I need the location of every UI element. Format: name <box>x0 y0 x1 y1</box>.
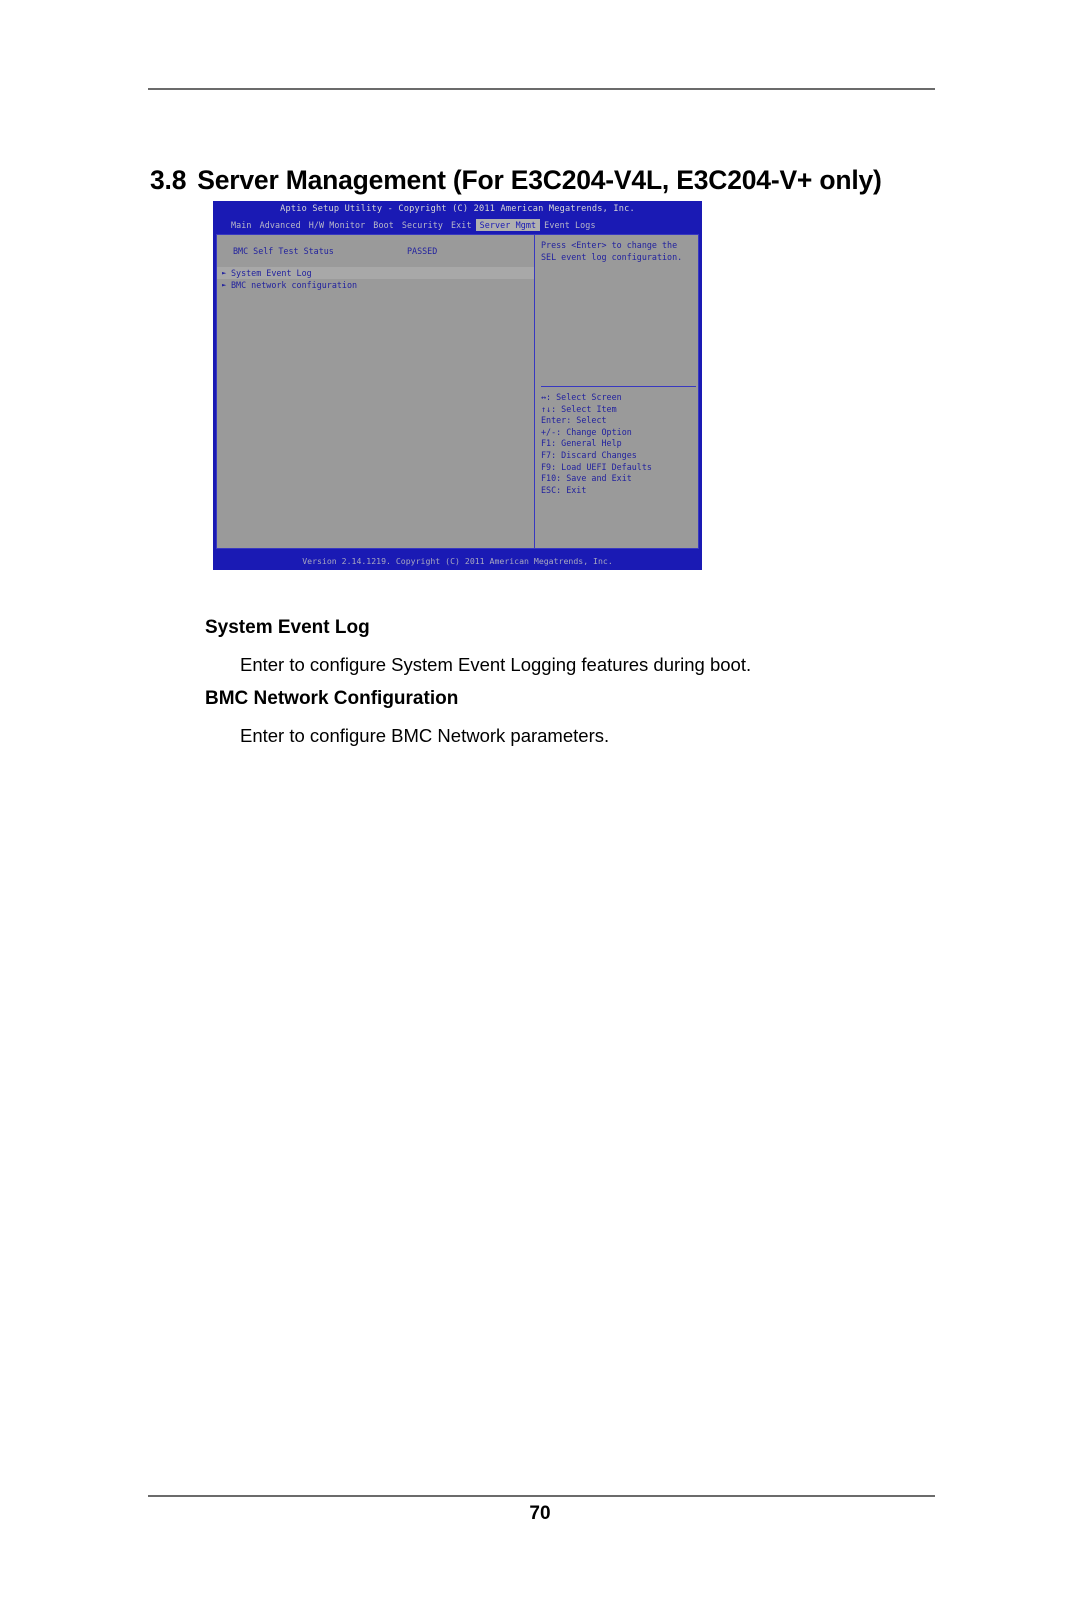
bios-settings-panel: BMC Self Test Status PASSED ► System Eve… <box>217 235 535 548</box>
tab-event-logs[interactable]: Event Logs <box>540 219 599 231</box>
chevron-right-icon: ► <box>222 281 227 289</box>
help-text-line-1: Press <Enter> to change the <box>541 240 678 250</box>
legend-text: : Save and Exit <box>556 473 632 484</box>
menu-item-system-event-log[interactable]: ► System Event Log <box>217 267 534 279</box>
legend-text: : Select Screen <box>546 392 622 402</box>
help-panel-divider <box>541 386 696 387</box>
legend-key: F7 <box>541 449 552 460</box>
tab-server-mgmt[interactable]: Server Mgmt <box>475 219 541 231</box>
menu-item-label: BMC network configuration <box>231 280 358 290</box>
tab-boot[interactable]: Boot <box>369 219 398 231</box>
bios-content-frame: BMC Self Test Status PASSED ► System Eve… <box>216 234 699 549</box>
bios-menu-bar: Main Advanced H/W Monitor Boot Security … <box>213 218 702 232</box>
page-bottom-rule <box>148 1495 935 1497</box>
legend-change-option: +/-: Change Option <box>541 427 699 439</box>
bios-title-bar: Aptio Setup Utility - Copyright (C) 2011… <box>280 204 635 214</box>
legend-general-help: F1: General Help <box>541 438 699 450</box>
bmc-self-test-status-value: PASSED <box>407 246 438 256</box>
heading-system-event-log: System Event Log <box>205 617 370 638</box>
help-text-line-2: SEL event log configuration. <box>541 251 683 262</box>
tab-hw-monitor[interactable]: H/W Monitor <box>305 219 370 231</box>
menu-item-bmc-network-configuration[interactable]: ► BMC network configuration <box>217 279 534 291</box>
legend-key: ESC <box>541 484 557 495</box>
tab-advanced[interactable]: Advanced <box>256 219 305 231</box>
page-top-rule <box>148 88 935 90</box>
heading-bmc-network-configuration: BMC Network Configuration <box>205 688 459 709</box>
tab-exit[interactable]: Exit <box>447 219 476 231</box>
legend-load-uefi-defaults: F9: Load UEFI Defaults <box>541 462 699 474</box>
legend-save-and-exit: F10: Save and Exit <box>541 473 699 485</box>
legend-select-screen: ↔: Select Screen <box>541 392 699 404</box>
tab-main[interactable]: Main <box>227 219 256 231</box>
legend-key: +/- <box>541 426 557 437</box>
document-page: 3.8 Server Management (For E3C204-V4L, E3… <box>0 0 1080 1619</box>
section-number: 3.8 <box>150 164 187 195</box>
page-number: 70 <box>529 1503 551 1524</box>
bios-screenshot: Aptio Setup Utility - Copyright (C) 2011… <box>213 201 702 570</box>
bmc-self-test-status-row: BMC Self Test Status PASSED <box>217 245 534 257</box>
legend-enter-select: Enter: Select <box>541 415 699 427</box>
legend-text: : Select Item <box>551 403 617 414</box>
bmc-self-test-status-label: BMC Self Test Status <box>233 246 334 256</box>
legend-text: : General Help <box>551 438 622 449</box>
legend-select-item: ↑↓: Select Item <box>541 404 699 416</box>
paragraph-system-event-log: Enter to configure System Event Logging … <box>240 653 752 675</box>
legend-text: : Load UEFI Defaults <box>551 461 652 472</box>
menu-item-label: System Event Log <box>231 268 312 278</box>
legend-key: F1 <box>541 438 552 449</box>
legend-key: F10 <box>541 473 557 484</box>
legend-discard-changes: F7: Discard Changes <box>541 450 699 462</box>
page-title: 3.8 Server Management (For E3C204-V4L, E3… <box>150 165 950 196</box>
legend-key: F9 <box>541 461 552 472</box>
bios-help-panel: Press <Enter> to change the SEL event lo… <box>536 235 700 548</box>
paragraph-bmc-network-configuration: Enter to configure BMC Network parameter… <box>240 724 610 746</box>
legend-text: : Change Option <box>556 426 632 437</box>
bios-key-legend: ↔: Select Screen ↑↓: Select Item Enter: … <box>541 392 699 496</box>
legend-text: : Select <box>566 415 607 426</box>
chevron-right-icon: ► <box>222 269 227 277</box>
legend-esc-exit: ESC: Exit <box>541 485 699 497</box>
legend-key: ↑↓ <box>541 403 552 414</box>
tab-security[interactable]: Security <box>398 219 447 231</box>
section-title: Server Management (For E3C204-V4L, E3C20… <box>197 164 882 195</box>
legend-key: Enter <box>541 415 567 426</box>
legend-text: : Discard Changes <box>551 449 637 460</box>
legend-text: : Exit <box>556 484 587 495</box>
bios-version-bar: Version 2.14.1219. Copyright (C) 2011 Am… <box>302 556 613 566</box>
